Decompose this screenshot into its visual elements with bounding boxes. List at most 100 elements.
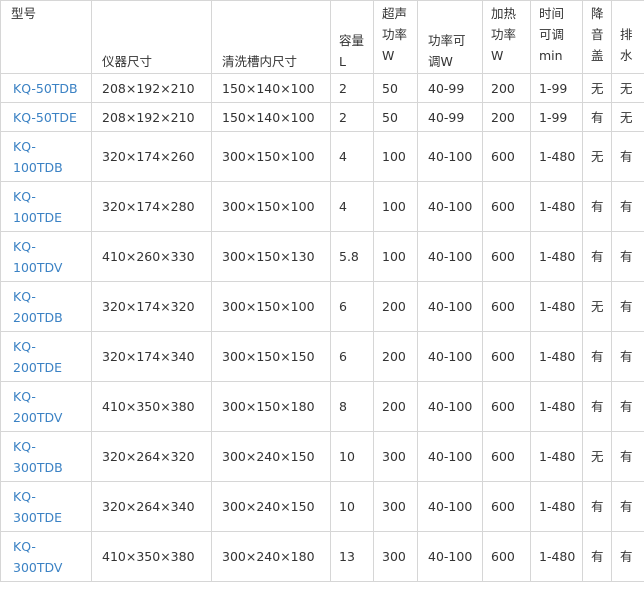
header-adjustable-line: 调W — [428, 54, 453, 69]
header-drain-line: 水 — [620, 48, 633, 63]
model-link[interactable]: KQ- 100TDB — [0, 131, 92, 182]
cell-time-adjust: 1-480 — [530, 431, 583, 482]
model-link-line[interactable]: 200TDB — [13, 307, 91, 328]
cell-noise-lid: 无 — [582, 73, 612, 103]
cell-instrument-size: 410×260×330 — [91, 231, 212, 282]
cell-tank-size: 300×150×130 — [211, 231, 331, 282]
header-heating-line: 加热 — [491, 6, 517, 21]
model-link-line[interactable]: KQ- — [13, 136, 91, 157]
cell-capacity: 13 — [330, 531, 374, 582]
header-capacity: 容量 L — [330, 0, 374, 74]
model-link-line[interactable]: KQ-50TDB — [13, 78, 91, 99]
cell-ultrasonic-power: 100 — [373, 131, 418, 182]
header-heating-line: W — [491, 48, 504, 63]
cell-drain: 有 — [611, 281, 644, 332]
cell-time-adjust: 1-480 — [530, 231, 583, 282]
model-link-line[interactable]: 100TDB — [13, 157, 91, 178]
cell-time-adjust: 1-480 — [530, 481, 583, 532]
cell-drain: 有 — [611, 481, 644, 532]
model-link-line[interactable]: KQ- — [13, 436, 91, 457]
cell-capacity: 4 — [330, 181, 374, 232]
table-row: KQ- 300TDE 320×264×340 300×240×150 10 300… — [0, 481, 644, 532]
cell-noise-lid: 无 — [582, 431, 612, 482]
cell-instrument-size: 320×264×320 — [91, 431, 212, 482]
model-link-line[interactable]: 100TDE — [13, 207, 91, 228]
model-link[interactable]: KQ- 100TDV — [0, 231, 92, 282]
cell-adjustable-power: 40-100 — [417, 131, 483, 182]
cell-heating-power: 600 — [482, 531, 531, 582]
cell-adjustable-power: 40-100 — [417, 281, 483, 332]
cell-instrument-size: 320×264×340 — [91, 481, 212, 532]
cell-adjustable-power: 40-100 — [417, 481, 483, 532]
spec-table-container: 型号 仪器尺寸 清洗槽内尺寸 容量 L 超声 功率 W 功率可 调W 加热 功率… — [0, 0, 644, 593]
cell-tank-size: 300×240×150 — [211, 481, 331, 532]
cell-adjustable-power: 40-100 — [417, 531, 483, 582]
model-link[interactable]: KQ- 300TDB — [0, 431, 92, 482]
header-row: 型号 仪器尺寸 清洗槽内尺寸 容量 L 超声 功率 W 功率可 调W 加热 功率… — [0, 0, 644, 74]
table-row: KQ- 100TDV 410×260×330 300×150×130 5.8 10… — [0, 231, 644, 282]
model-link[interactable]: KQ- 200TDB — [0, 281, 92, 332]
cell-heating-power: 600 — [482, 381, 531, 432]
model-link-line[interactable]: 300TDV — [13, 557, 91, 578]
spec-table: 型号 仪器尺寸 清洗槽内尺寸 容量 L 超声 功率 W 功率可 调W 加热 功率… — [0, 0, 644, 582]
header-ultrasonic-line: W — [382, 48, 395, 63]
cell-ultrasonic-power: 200 — [373, 281, 418, 332]
cell-instrument-size: 320×174×340 — [91, 331, 212, 382]
cell-capacity: 5.8 — [330, 231, 374, 282]
cell-heating-power: 600 — [482, 481, 531, 532]
model-link-line[interactable]: KQ- — [13, 386, 91, 407]
header-time-line: 时间 — [539, 6, 565, 21]
cell-ultrasonic-power: 200 — [373, 331, 418, 382]
model-link[interactable]: KQ- 300TDV — [0, 531, 92, 582]
header-adjustable-power: 功率可 调W — [417, 0, 483, 74]
header-ultrasonic-line: 超声 — [382, 6, 408, 21]
model-link-line[interactable]: KQ- — [13, 536, 91, 557]
cell-capacity: 10 — [330, 431, 374, 482]
cell-noise-lid: 无 — [582, 281, 612, 332]
model-link-line[interactable]: KQ- — [13, 486, 91, 507]
cell-drain: 无 — [611, 102, 644, 132]
cell-heating-power: 600 — [482, 131, 531, 182]
cell-capacity: 6 — [330, 331, 374, 382]
header-drain: 排 水 — [611, 0, 644, 74]
cell-drain: 有 — [611, 181, 644, 232]
cell-ultrasonic-power: 300 — [373, 531, 418, 582]
model-link[interactable]: KQ-50TDB — [0, 73, 92, 103]
cell-ultrasonic-power: 100 — [373, 231, 418, 282]
model-link-line[interactable]: KQ- — [13, 236, 91, 257]
model-link-line[interactable]: KQ- — [13, 286, 91, 307]
cell-heating-power: 600 — [482, 231, 531, 282]
header-ultrasonic-line: 功率 — [382, 27, 408, 42]
model-link-line[interactable]: 200TDE — [13, 357, 91, 378]
cell-tank-size: 300×150×100 — [211, 181, 331, 232]
model-link[interactable]: KQ-50TDE — [0, 102, 92, 132]
model-link[interactable]: KQ- 200TDE — [0, 331, 92, 382]
cell-instrument-size: 208×192×210 — [91, 73, 212, 103]
model-link-line[interactable]: 200TDV — [13, 407, 91, 428]
model-link[interactable]: KQ- 200TDV — [0, 381, 92, 432]
cell-drain: 有 — [611, 231, 644, 282]
model-link[interactable]: KQ- 100TDE — [0, 181, 92, 232]
cell-noise-lid: 有 — [582, 231, 612, 282]
model-link[interactable]: KQ- 300TDE — [0, 481, 92, 532]
cell-adjustable-power: 40-99 — [417, 73, 483, 103]
cell-drain: 有 — [611, 431, 644, 482]
cell-time-adjust: 1-480 — [530, 281, 583, 332]
header-model: 型号 — [0, 0, 92, 74]
table-row: KQ- 200TDV 410×350×380 300×150×180 8 200 … — [0, 381, 644, 432]
cell-adjustable-power: 40-100 — [417, 331, 483, 382]
model-link-line[interactable]: KQ-50TDE — [13, 107, 91, 128]
model-link-line[interactable]: 100TDV — [13, 257, 91, 278]
cell-tank-size: 300×240×150 — [211, 431, 331, 482]
cell-ultrasonic-power: 100 — [373, 181, 418, 232]
cell-heating-power: 200 — [482, 73, 531, 103]
header-noise-lid-line: 音 — [591, 27, 604, 42]
model-link-line[interactable]: KQ- — [13, 186, 91, 207]
header-heating-line: 功率 — [491, 27, 517, 42]
cell-time-adjust: 1-480 — [530, 131, 583, 182]
model-link-line[interactable]: 300TDB — [13, 457, 91, 478]
cell-tank-size: 300×150×100 — [211, 131, 331, 182]
cell-capacity: 6 — [330, 281, 374, 332]
model-link-line[interactable]: 300TDE — [13, 507, 91, 528]
model-link-line[interactable]: KQ- — [13, 336, 91, 357]
